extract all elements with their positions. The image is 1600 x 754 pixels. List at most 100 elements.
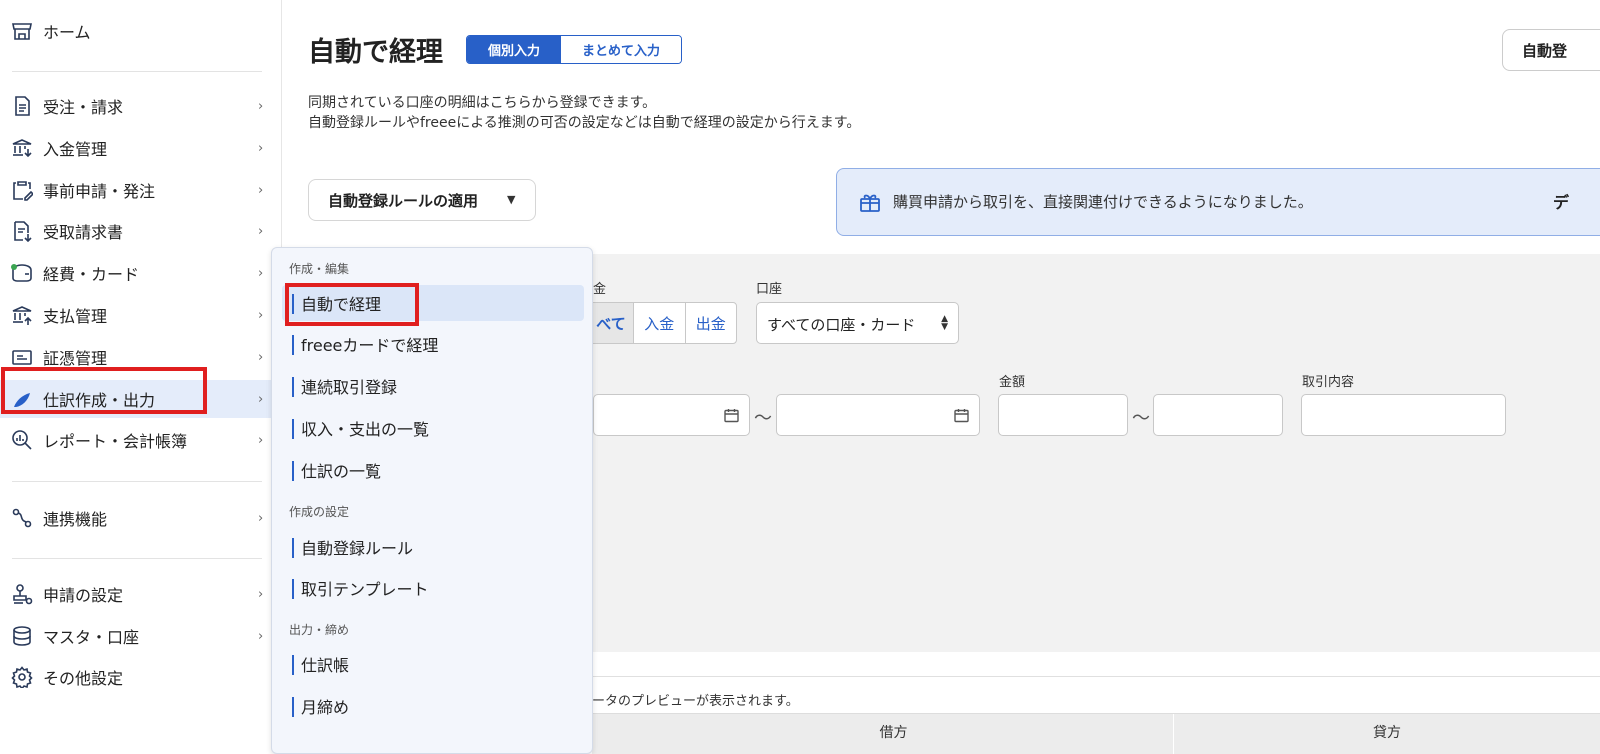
menu-item-marker (292, 377, 294, 397)
amount-filter-label: 金額 (999, 375, 1026, 390)
app-root: ホーム 受注・請求 › 入金管理 › 事前申請・発注 › 受取請求書 › 経費・… (0, 0, 1600, 754)
sidebar-item-label: その他設定 (43, 669, 124, 688)
menu-item-label: 自動登録ルール (301, 539, 414, 558)
tab-individual-input[interactable]: 個別入力 (467, 36, 561, 63)
gift-icon (858, 190, 882, 218)
amount-max-input[interactable] (1153, 394, 1283, 436)
stamp-gear-icon (10, 582, 34, 606)
apply-rules-button[interactable]: 自動登録ルールの適用 ▼ (308, 179, 536, 221)
menu-item-marker (292, 697, 294, 717)
link-icon (10, 506, 34, 530)
menu-item-label: 取引テンプレート (301, 580, 429, 599)
sidebar-item-orders[interactable]: 受注・請求 › (0, 87, 275, 125)
sidebar-item-receipts[interactable]: 入金管理 › (0, 129, 275, 167)
column-credit: 貸方 (1373, 725, 1401, 741)
chevron-right-icon: › (258, 265, 264, 281)
menu-item-marker (292, 579, 294, 599)
menu-item-label: freeeカードで経理 (301, 336, 439, 355)
description-line: 同期されている口座の明細はこちらから登録できます。 (308, 95, 657, 111)
menu-item-label: 月締め (301, 698, 350, 717)
type-option-income[interactable]: 入金 (634, 303, 686, 343)
chevron-right-icon: › (258, 349, 264, 365)
chevron-right-icon: › (258, 140, 264, 156)
sidebar-item-other-settings[interactable]: その他設定 (0, 658, 275, 696)
type-filter-label: 金 (593, 282, 607, 297)
sidebar-item-label: 連携機能 (43, 510, 108, 529)
auto-register-button[interactable]: 自動登 (1502, 29, 1600, 71)
input-mode-toggle: 個別入力 まとめて入力 (466, 35, 682, 64)
menu-item-label: 収入・支出の一覧 (301, 420, 430, 439)
wallet-icon (10, 261, 34, 285)
type-option-expense[interactable]: 出金 (686, 303, 737, 343)
chevron-right-icon: › (258, 586, 264, 602)
select-arrows-icon: ▲ ▼ (941, 314, 948, 332)
menu-section-label: 出力・締め (289, 623, 350, 637)
chevron-right-icon: › (258, 98, 264, 114)
account-select[interactable]: すべての口座・カード ▲ ▼ (756, 302, 959, 344)
menu-item-journal-book[interactable]: 仕訳帳 (282, 646, 584, 682)
menu-item-monthly-close[interactable]: 月締め (282, 688, 584, 724)
sidebar-item-received-invoices[interactable]: 受取請求書 › (0, 212, 275, 250)
card-icon (10, 345, 34, 369)
account-select-value: すべての口座・カード (767, 316, 916, 334)
sidebar-item-payments[interactable]: 支払管理 › (0, 296, 275, 334)
sidebar-divider (12, 71, 262, 72)
date-from-input[interactable] (593, 394, 750, 436)
sidebar-item-integrations[interactable]: 連携機能 › (0, 499, 275, 537)
sidebar-item-label: ホーム (43, 23, 91, 42)
amount-min-input[interactable] (998, 394, 1128, 436)
sidebar-item-master-accounts[interactable]: マスタ・口座 › (0, 617, 275, 655)
date-to-input[interactable] (776, 394, 980, 436)
menu-section-label: 作成・編集 (289, 262, 350, 276)
document-icon (10, 94, 34, 118)
menu-item-freee-card[interactable]: freeeカードで経理 (282, 326, 584, 362)
notice-link[interactable]: デ (1553, 189, 1569, 213)
sidebar-item-reports[interactable]: レポート・会計帳簿 › (0, 421, 275, 459)
calendar-icon[interactable] (954, 408, 969, 427)
menu-item-label: 連続取引登録 (301, 378, 398, 397)
bank-out-icon (10, 303, 34, 327)
page-title: 自動で経理 (308, 37, 443, 68)
chevron-right-icon: › (258, 391, 264, 407)
sidebar-item-label: 受取請求書 (43, 223, 124, 242)
range-separator: 〜 (1132, 408, 1150, 429)
menu-item-marker (292, 538, 294, 558)
database-icon (10, 624, 34, 648)
chevron-right-icon: › (258, 510, 264, 526)
store-icon (10, 19, 34, 43)
sidebar-divider (12, 481, 262, 482)
account-filter-label: 口座 (756, 282, 783, 297)
apply-rules-label: 自動登録ルールの適用 (328, 191, 479, 210)
menu-item-income-expense-list[interactable]: 収入・支出の一覧 (282, 410, 584, 446)
column-debit: 借方 (614, 714, 1174, 754)
menu-item-marker (292, 461, 294, 481)
chevron-right-icon: › (258, 307, 264, 323)
menu-item-marker (292, 335, 294, 355)
tab-bulk-input[interactable]: まとめて入力 (561, 36, 681, 63)
sidebar-item-application-settings[interactable]: 申請の設定 › (0, 575, 275, 613)
notice-text: 購買申請から取引を、直接関連付けできるようになりました。 (893, 193, 1313, 211)
menu-item-templates[interactable]: 取引テンプレート (282, 570, 584, 606)
preview-text: ータのプレビューが表示されます。 (592, 694, 799, 709)
preview-table-header: 借方 貸方 (592, 713, 1600, 754)
content-input[interactable] (1301, 394, 1506, 436)
sidebar-item-label: 経費・カード (43, 265, 140, 284)
sidebar-item-label: 入金管理 (43, 140, 108, 159)
sidebar-item-label: 証憑管理 (43, 349, 108, 368)
menu-item-bulk-register[interactable]: 連続取引登録 (282, 368, 584, 404)
description-line: 自動登録ルールやfreeeによる推測の可否の設定などは自動で経理の設定から行えま… (308, 115, 861, 131)
type-option-all[interactable]: べて (589, 303, 634, 343)
gear-icon (10, 665, 34, 689)
content-filter-label: 取引内容 (1302, 375, 1355, 390)
sidebar-item-label: レポート・会計帳簿 (43, 432, 188, 451)
menu-item-journal-list[interactable]: 仕訳の一覧 (282, 452, 584, 488)
chevron-right-icon: › (258, 182, 264, 198)
sidebar-item-label: 申請の設定 (43, 586, 124, 605)
calendar-icon[interactable] (724, 408, 739, 427)
chevron-right-icon: › (258, 223, 264, 239)
menu-item-auto-rules[interactable]: 自動登録ルール (282, 529, 584, 565)
sidebar-item-home[interactable]: ホーム (0, 12, 275, 50)
sidebar-item-expenses[interactable]: 経費・カード › (0, 254, 275, 292)
caret-down-icon: ▼ (507, 193, 516, 206)
sidebar-item-pre-approval[interactable]: 事前申請・発注 › (0, 171, 275, 209)
